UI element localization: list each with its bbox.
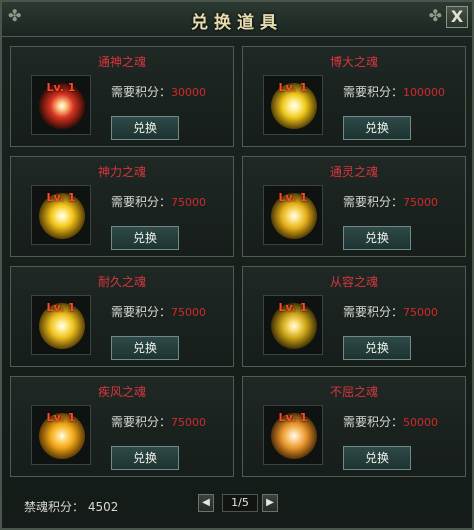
exchange-button[interactable]: 兑换 — [111, 226, 179, 250]
item-level: Lv. 1 — [46, 191, 76, 204]
item-level: Lv. 1 — [46, 301, 76, 314]
item-card: 通神之魂 Lv. 1 需要积分：30000 兑换 — [10, 46, 234, 147]
page-indicator: 1/5 — [222, 494, 258, 512]
exchange-button[interactable]: 兑换 — [343, 336, 411, 360]
item-grid: 通神之魂 Lv. 1 需要积分：30000 兑换 博大之魂 Lv. 1 需要积分… — [10, 46, 466, 482]
item-card: 疾风之魂 Lv. 1 需要积分：75000 兑换 — [10, 376, 234, 477]
exchange-button[interactable]: 兑换 — [111, 446, 179, 470]
window-title: 兑换道具 — [191, 13, 283, 33]
points-required: 需要积分：75000 — [343, 195, 439, 209]
exchange-button[interactable]: 兑换 — [343, 116, 411, 140]
score-value: 4502 — [87, 500, 119, 514]
item-name: 通灵之魂 — [329, 165, 378, 179]
points-required: 需要积分：50000 — [343, 415, 439, 429]
item-card: 耐久之魂 Lv. 1 需要积分：75000 兑换 — [10, 266, 234, 367]
item-level: Lv. 1 — [46, 411, 76, 424]
item-level: Lv. 1 — [278, 191, 308, 204]
title-bar: ✤ 兑换道具 ✤ X — [2, 2, 472, 37]
points-required: 需要积分：30000 — [111, 85, 207, 99]
exchange-button[interactable]: 兑换 — [343, 446, 411, 470]
item-card: 不屈之魂 Lv. 1 需要积分：50000 兑换 — [242, 376, 466, 477]
soul-orb-icon: Lv. 1 — [31, 75, 91, 135]
exchange-button[interactable]: 兑换 — [343, 226, 411, 250]
item-level: Lv. 1 — [278, 301, 308, 314]
item-name: 神力之魂 — [97, 165, 146, 179]
item-name: 不屈之魂 — [329, 385, 378, 399]
exchange-window: ✤ 兑换道具 ✤ X 通神之魂 Lv. 1 需要积分：30000 兑换 博大之魂… — [0, 0, 474, 530]
soul-orb-icon: Lv. 1 — [263, 75, 323, 135]
soul-orb-icon: Lv. 1 — [31, 295, 91, 355]
item-level: Lv. 1 — [278, 81, 308, 94]
item-name: 耐久之魂 — [97, 275, 146, 289]
item-level: Lv. 1 — [46, 81, 76, 94]
points-required: 需要积分：75000 — [343, 305, 439, 319]
item-name: 从容之魂 — [329, 275, 378, 289]
ornament-icon: ✤ — [428, 6, 442, 25]
points-required: 需要积分：75000 — [111, 415, 207, 429]
soul-orb-icon: Lv. 1 — [31, 185, 91, 245]
soul-orb-icon: Lv. 1 — [263, 185, 323, 245]
score-label: 禁魂积分： — [24, 500, 85, 514]
soul-orb-icon: Lv. 1 — [263, 405, 323, 465]
item-card: 神力之魂 Lv. 1 需要积分：75000 兑换 — [10, 156, 234, 257]
footer: 禁魂积分： 4502 ◀ 1/5 ▶ — [2, 488, 472, 528]
close-button[interactable]: X — [446, 6, 468, 28]
item-card: 博大之魂 Lv. 1 需要积分：100000 兑换 — [242, 46, 466, 147]
item-card: 通灵之魂 Lv. 1 需要积分：75000 兑换 — [242, 156, 466, 257]
points-required: 需要积分：75000 — [111, 195, 207, 209]
soul-orb-icon: Lv. 1 — [263, 295, 323, 355]
prev-page-button[interactable]: ◀ — [198, 494, 214, 512]
points-required: 需要积分：75000 — [111, 305, 207, 319]
item-card: 从容之魂 Lv. 1 需要积分：75000 兑换 — [242, 266, 466, 367]
item-level: Lv. 1 — [278, 411, 308, 424]
next-page-button[interactable]: ▶ — [262, 494, 278, 512]
item-name: 通神之魂 — [97, 55, 146, 69]
soul-orb-icon: Lv. 1 — [31, 405, 91, 465]
score-display: 禁魂积分： 4502 — [24, 498, 118, 515]
points-required: 需要积分：100000 — [343, 85, 446, 99]
item-name: 疾风之魂 — [97, 385, 146, 399]
exchange-button[interactable]: 兑换 — [111, 116, 179, 140]
exchange-button[interactable]: 兑换 — [111, 336, 179, 360]
item-name: 博大之魂 — [329, 55, 378, 69]
